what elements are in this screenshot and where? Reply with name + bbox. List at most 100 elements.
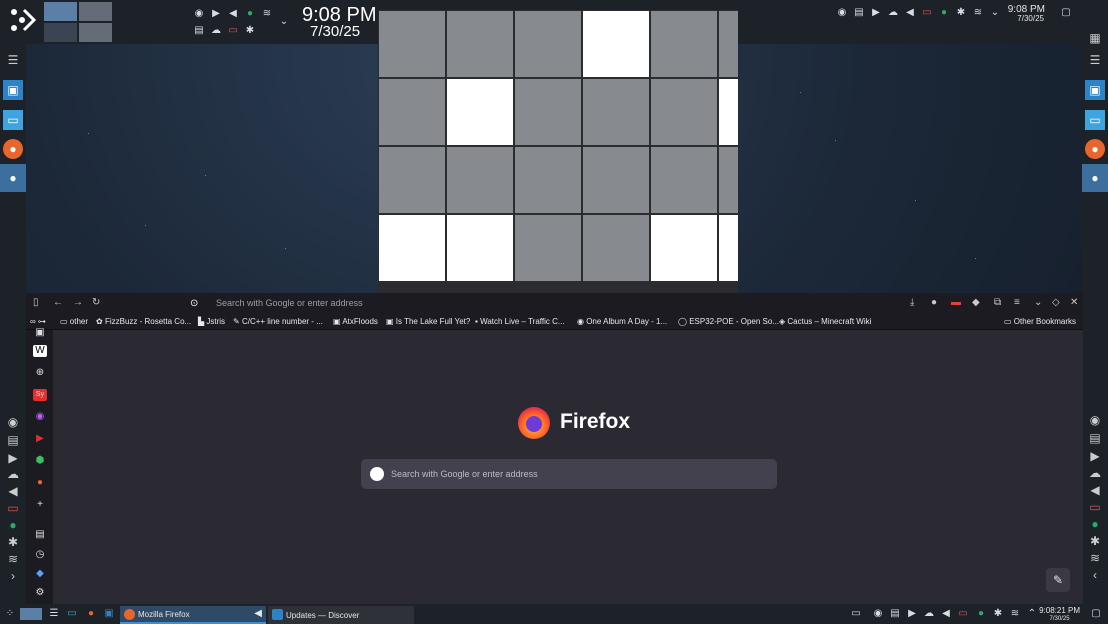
wifi-icon[interactable]: ≋	[261, 8, 273, 20]
firefox-icon[interactable]: ●	[85, 608, 97, 620]
grid-cell[interactable]	[583, 79, 649, 145]
vpn-icon[interactable]: ◉	[1085, 410, 1105, 430]
wifi-icon[interactable]: ≋	[1009, 608, 1021, 620]
vpn-icon[interactable]: ◉	[3, 412, 23, 432]
firefox-active-icon[interactable]: ●	[0, 164, 26, 192]
game-window[interactable]	[378, 10, 738, 294]
bookmark-traffic[interactable]: ▪ Watch Live – Traffic C...	[475, 317, 565, 326]
show-desktop-icon[interactable]: ▢	[1060, 7, 1072, 19]
grid-cell[interactable]	[651, 11, 717, 77]
shield-icon[interactable]: ●	[244, 8, 256, 20]
firefox-icon[interactable]: ●	[3, 139, 23, 159]
chevron-down-icon[interactable]: ⌄	[278, 16, 290, 28]
bluetooth-icon[interactable]: ✱	[244, 25, 256, 37]
desktop-2[interactable]	[79, 2, 112, 21]
chevron-left-icon[interactable]: ‹	[1085, 565, 1105, 585]
account-icon[interactable]: ●	[931, 297, 937, 309]
volume-icon[interactable]: ◀	[227, 8, 239, 20]
desktop-4[interactable]	[79, 23, 112, 42]
customize-pencil-icon[interactable]: ✎	[1046, 568, 1070, 592]
bookmark-other[interactable]: ▭ other	[60, 317, 88, 326]
weather-icon[interactable]: ☁	[210, 25, 222, 37]
grid-cell[interactable]	[515, 215, 581, 281]
task-mozilla-firefox[interactable]: Mozilla Firefox ◀	[120, 606, 266, 624]
desktop-3[interactable]	[44, 23, 77, 42]
show-desktop-icon[interactable]: ▢	[1090, 608, 1102, 620]
sidebar-app-icon[interactable]: ▣	[33, 327, 47, 339]
grid-cell[interactable]	[447, 215, 513, 281]
diamond-icon[interactable]: ◇	[1052, 297, 1060, 309]
grid-cell[interactable]	[651, 147, 717, 213]
history-icon[interactable]: ◷	[33, 549, 47, 561]
bookmarks-icon[interactable]: ∞ ⊶	[30, 317, 46, 326]
sidebar-toggle-icon[interactable]: ▯	[33, 297, 39, 309]
extension-blue-icon[interactable]: ◆	[33, 568, 47, 580]
shield-icon[interactable]: ●	[975, 608, 987, 620]
grid-cell[interactable]	[651, 79, 717, 145]
file-manager-icon[interactable]: ▭	[66, 608, 78, 620]
menu-icon[interactable]: ☰	[48, 608, 60, 620]
grid-cell[interactable]	[447, 147, 513, 213]
globe-icon[interactable]: ⊕	[33, 367, 47, 379]
extension-green-icon[interactable]: ⬢	[33, 455, 47, 467]
clock-date[interactable]: 7/30/25	[310, 23, 360, 40]
bookmark-atxfloods[interactable]: ▣ AtxFloods	[333, 317, 378, 326]
bookmark-cpp-line-number[interactable]: ✎ C/C++ line number - ...	[233, 317, 323, 326]
clipboard-icon[interactable]: ▤	[193, 25, 205, 37]
bookmark-lake-full[interactable]: ▣ Is The Lake Full Yet?	[386, 317, 470, 326]
grid-cell[interactable]	[379, 215, 445, 281]
file-manager-icon[interactable]: ▭	[3, 110, 23, 130]
grid-cell[interactable]	[583, 215, 649, 281]
battery-icon[interactable]: ▭	[227, 25, 239, 37]
firefox-icon[interactable]: ●	[1085, 139, 1105, 159]
grid-cell[interactable]	[515, 79, 581, 145]
firefox-icon[interactable]: ●	[33, 477, 47, 489]
newtab-search-box[interactable]: Search with Google or enter address	[361, 459, 777, 489]
grid-cell[interactable]	[447, 11, 513, 77]
application-launcher-icon[interactable]: ⁘	[4, 608, 16, 620]
task-updates-discover[interactable]: Updates — Discover	[268, 606, 414, 624]
virtual-desktop-pager[interactable]	[44, 2, 112, 42]
add-icon[interactable]: +	[33, 499, 47, 511]
grid-cell[interactable]	[583, 147, 649, 213]
media-play-icon[interactable]: ▶	[210, 8, 222, 20]
grid-cell[interactable]	[719, 215, 738, 281]
downloads-icon[interactable]: ⤓	[910, 297, 914, 309]
volume-icon[interactable]: ◀	[254, 608, 262, 619]
shield-icon[interactable]: ●	[938, 7, 950, 19]
firefox-active-icon[interactable]: ●	[1082, 164, 1108, 192]
clipboard-icon[interactable]: ▤	[889, 608, 901, 620]
chevron-up-icon[interactable]: ⌃	[1026, 608, 1038, 620]
pager-icon[interactable]: ▦	[1085, 28, 1105, 48]
game-grid[interactable]	[379, 11, 738, 281]
virtual-desktop-pager[interactable]	[20, 608, 42, 620]
clipboard-icon[interactable]: ▤	[1085, 428, 1105, 448]
youtube-icon[interactable]: ▶	[33, 433, 47, 445]
battery-icon[interactable]: ▭	[921, 7, 933, 19]
extensions-icon[interactable]: ⧉	[994, 297, 1001, 309]
settings-icon[interactable]: ⚙	[33, 587, 47, 599]
desktop-1[interactable]	[44, 2, 77, 21]
bookmark-minecraft[interactable]: ◈ Cactus – Minecraft Wiki	[779, 317, 871, 326]
taskbar-clock[interactable]: 9:08:21 PM 7/30/25	[1039, 607, 1080, 623]
vpn-icon[interactable]: ◉	[193, 8, 205, 20]
grid-cell[interactable]	[583, 11, 649, 77]
save-icon[interactable]: ▤	[33, 529, 47, 541]
clipboard-icon[interactable]: ▤	[853, 7, 865, 19]
battery-icon[interactable]: ▭	[957, 608, 969, 620]
bookmark-fizzbuzz[interactable]: ✿ FizzBuzz - Rosetta Co...	[96, 317, 191, 326]
chevron-down-icon[interactable]: ⌄	[1034, 297, 1042, 309]
media-play-icon[interactable]: ▶	[870, 7, 882, 19]
application-launcher-icon[interactable]	[6, 4, 38, 36]
bookmark-jstris[interactable]: ▙ Jstris	[198, 317, 225, 326]
grid-cell[interactable]	[379, 147, 445, 213]
chevron-down-icon[interactable]: ⌄	[989, 7, 1001, 19]
bluetooth-icon[interactable]: ✱	[992, 608, 1004, 620]
volume-icon[interactable]: ◀	[904, 7, 916, 19]
addon-red-icon[interactable]: ▬	[951, 297, 961, 309]
google-search-engine-icon[interactable]: ⊙	[190, 298, 198, 310]
vpn-icon[interactable]: ◉	[836, 7, 848, 19]
menu-icon[interactable]: ≡	[1014, 297, 1020, 309]
grid-cell[interactable]	[515, 147, 581, 213]
wifi-icon[interactable]: ≋	[972, 7, 984, 19]
